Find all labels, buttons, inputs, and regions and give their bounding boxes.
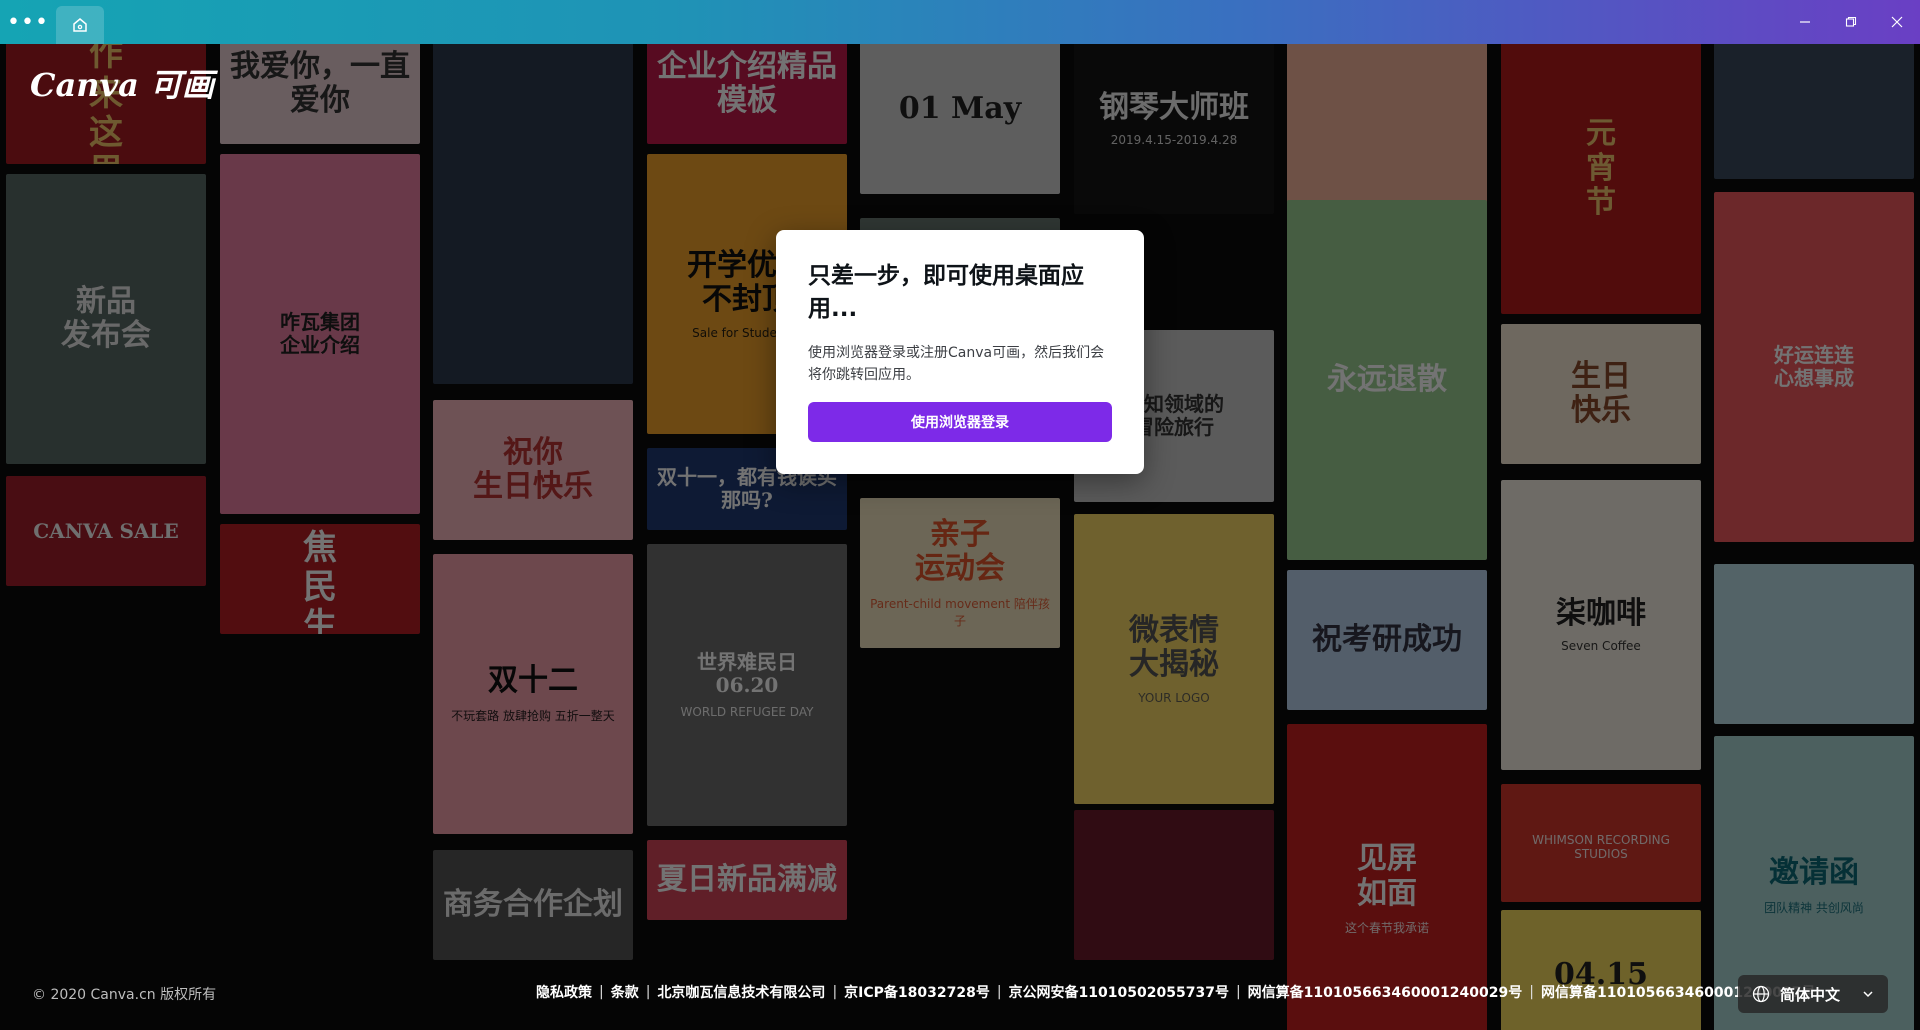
login-dialog: 只差一步，即可使用桌面应用... 使用浏览器登录或注册Canva可画，然后我们会…: [776, 230, 1144, 474]
dialog-title: 只差一步，即可使用桌面应用...: [808, 263, 1084, 322]
template-heading: CANVA SALE: [33, 518, 179, 543]
template-thumbnail: 柒咖啡 Seven Coffee: [1501, 480, 1701, 770]
template-heading: 生日 快乐: [1571, 358, 1631, 428]
minimize-icon[interactable]: [1782, 0, 1828, 44]
template-heading: 01 May: [898, 90, 1022, 126]
close-icon[interactable]: [1874, 0, 1920, 44]
footer-link[interactable]: 京ICP备18032728号: [844, 982, 990, 1002]
template-thumbnail: 永远退散: [1287, 200, 1487, 560]
template-thumbnail: 世界难民日 06.20 WORLD REFUGEE DAY: [647, 544, 847, 826]
footer-separator: |: [1529, 984, 1534, 1000]
template-thumbnail: [433, 44, 633, 384]
template-thumbnail: 聚 焦 民 生YOUR LOGO: [220, 524, 420, 634]
template-thumbnail: 生日 快乐: [1501, 324, 1701, 464]
template-thumbnail: 祝你 生日快乐: [433, 400, 633, 540]
template-thumbnail: [1714, 564, 1914, 724]
template-thumbnail: 双十二不玩套路 放肆抢购 五折一整天: [433, 554, 633, 834]
template-thumbnail: 钢琴大师班 2019.4.15-2019.4.28: [1074, 44, 1274, 214]
template-subtext: 这个春节我承诺: [1344, 921, 1429, 935]
template-heading: 钢琴大师班: [1099, 89, 1249, 125]
template-mosaic: 找 工 作 来 这 里校园直聘 虚位以待... Recruitment新品 发布…: [0, 44, 1920, 1030]
template-subtext: 不玩套路 放肆抢购 五折一整天: [451, 708, 615, 723]
template-heading: 永远退散: [1327, 361, 1447, 397]
template-thumbnail: 夏日新品满减: [647, 840, 847, 920]
template-thumbnail: 微表情 大揭秘 YOUR LOGO: [1074, 514, 1274, 804]
language-selector[interactable]: 简体中文: [1738, 975, 1888, 1013]
template-thumbnail: 01 May: [860, 44, 1060, 194]
template-heading: 夏日新品满减: [657, 861, 837, 897]
template-thumbnail: 好运连连 心想事成: [1714, 192, 1914, 542]
title-bar: •••: [0, 0, 1920, 44]
template-thumbnail: 新品 发布会: [6, 174, 206, 464]
footer-link[interactable]: 北京咖瓦信息技术有限公司: [657, 982, 825, 1002]
template-heading: 新品 发布会: [61, 283, 151, 353]
template-heading: 聚 焦 民 生: [303, 524, 337, 634]
canva-logo: Canva 可画: [30, 66, 214, 104]
language-label: 简体中文: [1780, 985, 1841, 1004]
browser-login-button[interactable]: 使用浏览器登录: [808, 402, 1112, 442]
globe-icon: [1752, 985, 1770, 1003]
template-subtext: 2019.4.15-2019.4.28: [1110, 133, 1238, 148]
template-heading: 商务合作企划: [443, 886, 623, 922]
template-heading: 微表情 大揭秘: [1129, 612, 1219, 682]
template-thumbnail: 亲子 运动会 Parent-child movement 陪伴孩子: [860, 498, 1060, 648]
template-heading: 我爱你，一直爱你: [230, 48, 410, 118]
template-subtext: 团队精神 共创风尚: [1764, 900, 1864, 915]
template-heading: 咋瓦集团 企业介绍: [280, 310, 360, 357]
template-subtext: WORLD REFUGEE DAY: [680, 705, 814, 719]
footer-separator: |: [599, 984, 604, 1000]
template-thumbnail: 04.15: [1501, 910, 1701, 1030]
template-heading: 双十二: [488, 663, 578, 699]
home-tab[interactable]: [56, 6, 104, 44]
footer-link[interactable]: 网信算备110105663460001240029号: [1248, 982, 1523, 1002]
footer-separator: |: [832, 984, 838, 1000]
template-thumbnail: [1074, 810, 1274, 960]
more-dots-icon[interactable]: •••: [0, 0, 56, 44]
template-thumbnail: [1714, 44, 1914, 179]
dialog-description: 使用浏览器登录或注册Canva可画，然后我们会将你跳转回应用。: [808, 345, 1105, 383]
footer-separator: |: [645, 984, 651, 1000]
template-heading: 元 宵 节: [1586, 116, 1616, 221]
template-heading: 柒咖啡: [1556, 595, 1646, 631]
maximize-icon[interactable]: [1828, 0, 1874, 44]
template-heading: 见屏 如面: [1357, 841, 1417, 911]
template-subtext: Parent-child movement 陪伴孩子: [870, 596, 1050, 628]
template-thumbnail: WHIMSON RECORDING STUDIOS: [1501, 784, 1701, 902]
chevron-down-icon: [1863, 991, 1873, 998]
template-heading: 邀请函: [1769, 855, 1859, 891]
template-thumbnail: CANVA SALE: [6, 476, 206, 586]
template-thumbnail: 元 宵 节: [1501, 44, 1701, 314]
template-heading: 企业介绍精品模板: [657, 48, 837, 118]
copyright-text: © 2020 Canva.cn 版权所有: [32, 987, 217, 1003]
template-thumbnail: 企业介绍精品模板: [647, 44, 847, 144]
footer-link[interactable]: 京公网安备11010502055737号: [1009, 982, 1229, 1002]
template-subtext: YOUR LOGO: [1138, 690, 1210, 705]
template-thumbnail: 商务合作企划: [433, 850, 633, 960]
footer-links: 隐私政策 | 条款 | 北京咖瓦信息技术有限公司 | 京ICP备18032728号 | 京公网安…: [536, 982, 1816, 1002]
footer-separator: |: [996, 984, 1002, 1000]
template-heading: 祝考研成功: [1312, 621, 1462, 657]
template-thumbnail: 祝考研成功: [1287, 570, 1487, 710]
footer-link[interactable]: 条款: [611, 982, 639, 1002]
footer-separator: |: [1235, 984, 1241, 1000]
home-icon: [73, 18, 87, 32]
template-heading: 亲子 运动会: [915, 516, 1005, 586]
template-subtext: Seven Coffee: [1561, 639, 1641, 654]
template-thumbnail: [1287, 44, 1487, 204]
footer-link[interactable]: 隐私政策: [536, 982, 592, 1002]
template-heading: 祝你 生日快乐: [473, 434, 593, 504]
template-subtext: WHIMSON RECORDING STUDIOS: [1532, 833, 1670, 861]
template-thumbnail: 我爱你，一直爱你: [220, 44, 420, 144]
template-thumbnail: 咋瓦集团 企业介绍: [220, 154, 420, 514]
template-heading: 世界难民日 06.20: [697, 650, 797, 697]
template-heading: 好运连连 心想事成: [1774, 343, 1854, 390]
